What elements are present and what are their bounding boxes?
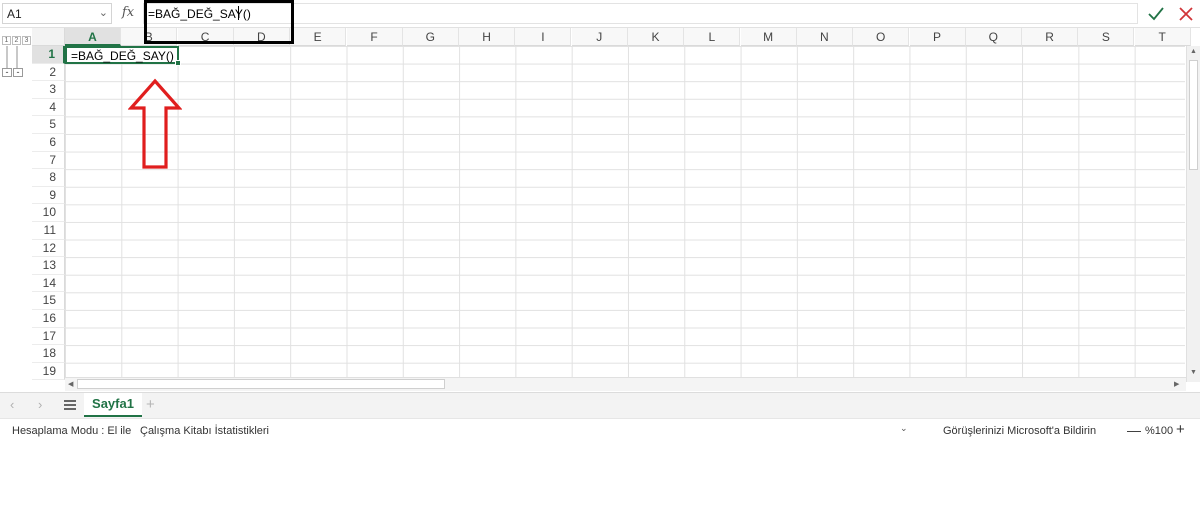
column-header-m[interactable]: M [740,28,797,46]
column-header-f[interactable]: F [346,28,403,46]
chevron-left-icon[interactable]: ‹ [10,397,14,412]
column-header-h[interactable]: H [459,28,516,46]
row-header-15[interactable]: 15 [32,292,65,310]
scroll-up-icon[interactable]: ▲ [1190,48,1197,55]
row-header-14[interactable]: 14 [32,274,65,293]
column-header-j[interactable]: J [571,28,628,46]
scroll-left-icon[interactable]: ◀ [68,380,73,388]
outline-area: 1 2 3 - - [0,28,32,392]
close-icon[interactable] [1176,4,1196,24]
chevron-down-icon[interactable]: ⌄ [900,423,908,434]
column-header-g[interactable]: G [402,28,459,46]
column-header-t[interactable]: T [1134,28,1191,46]
row-header-6[interactable]: 6 [32,134,65,152]
fill-handle[interactable] [175,60,181,66]
chevron-right-icon[interactable]: › [38,397,42,412]
row-header-12[interactable]: 12 [32,239,65,258]
scroll-down-icon[interactable]: ▼ [1190,369,1197,376]
horizontal-scrollbar[interactable]: ◀ ▶ [65,377,1186,391]
row-header-10[interactable]: 10 [32,204,65,222]
name-box-value: A1 [7,7,22,21]
zoom-out-button[interactable]: — [1127,422,1141,438]
name-box[interactable]: A1 ⌄ [2,3,112,24]
calculation-mode[interactable]: Hesaplama Modu : El ile [12,425,131,437]
row-header-16[interactable]: 16 [32,310,65,328]
row-header-19[interactable]: 19 [32,362,65,381]
horizontal-scroll-thumb[interactable] [77,379,445,389]
cell-area[interactable] [65,46,1185,382]
row-header-18[interactable]: 18 [32,345,65,363]
column-header-k[interactable]: K [628,28,684,46]
outline-group-bar [16,46,18,68]
scroll-right-icon[interactable]: ▶ [1174,380,1179,388]
fx-icon[interactable]: fx [119,5,137,23]
formula-bar: A1 ⌄ fx =BAĞ_DEĞ_SAY() [0,0,1200,44]
sheet-tab-bar: ‹ › Sayfa1 + [0,392,1200,418]
outline-level-button[interactable]: 1 [2,36,11,45]
status-bar: Hesaplama Modu : El ile Çalışma Kitabı İ… [0,418,1200,442]
cell-a1-value: =BAĞ_DEĞ_SAY() [71,49,174,63]
formula-text: =BAĞ_DEĞ_SAY() [148,7,251,21]
workbook-statistics[interactable]: Çalışma Kitabı İstatistikleri [140,425,269,437]
row-header-11[interactable]: 11 [32,222,65,240]
column-header-o[interactable]: O [853,28,910,46]
checkmark-icon[interactable] [1146,4,1166,24]
vertical-scrollbar[interactable]: ▲ ▼ [1186,46,1200,382]
red-up-arrow-annotation [128,78,182,169]
active-cell[interactable]: =BAĞ_DEĞ_SAY() [65,46,179,64]
vertical-scroll-thumb[interactable] [1189,60,1198,170]
row-header-8[interactable]: 8 [32,169,65,187]
spreadsheet-grid: 1 2 3 - - ABCDEFGHIJKLMNOPQRST 123456789… [0,28,1200,392]
column-header-q[interactable]: Q [965,28,1022,46]
outline-level-button[interactable]: 3 [22,36,31,45]
row-header-17[interactable]: 17 [32,327,65,346]
row-header-1[interactable]: 1 [32,46,65,64]
column-header-i[interactable]: I [515,28,572,46]
column-header-e[interactable]: E [290,28,347,46]
row-header-2[interactable]: 2 [32,63,65,82]
zoom-in-button[interactable]: + [1176,421,1185,438]
add-sheet-button[interactable]: + [146,396,155,413]
hamburger-menu-icon[interactable] [62,397,78,413]
column-header-a[interactable]: A [65,28,121,46]
outline-level-button[interactable]: 2 [12,36,21,45]
row-header-4[interactable]: 4 [32,98,65,117]
chevron-down-icon[interactable]: ⌄ [99,6,108,19]
column-header-n[interactable]: N [796,28,853,46]
feedback-link[interactable]: Görüşlerinizi Microsoft'a Bildirin [943,425,1096,437]
column-header-p[interactable]: P [909,28,966,46]
row-header-9[interactable]: 9 [32,186,65,205]
sheet-tab-sayfa1[interactable]: Sayfa1 [84,393,142,417]
zoom-level[interactable]: %100 [1145,425,1173,437]
row-header-13[interactable]: 13 [32,257,65,275]
collapse-button[interactable]: - [2,68,12,77]
collapse-button[interactable]: - [13,68,23,77]
column-header-l[interactable]: L [684,28,741,46]
row-header-5[interactable]: 5 [32,116,65,134]
column-header-s[interactable]: S [1078,28,1135,46]
text-caret [238,6,239,20]
row-header-3[interactable]: 3 [32,81,65,99]
row-header-7[interactable]: 7 [32,151,65,170]
outline-group-bar [6,46,8,68]
select-all-corner[interactable] [32,28,65,46]
column-header-r[interactable]: R [1022,28,1079,46]
